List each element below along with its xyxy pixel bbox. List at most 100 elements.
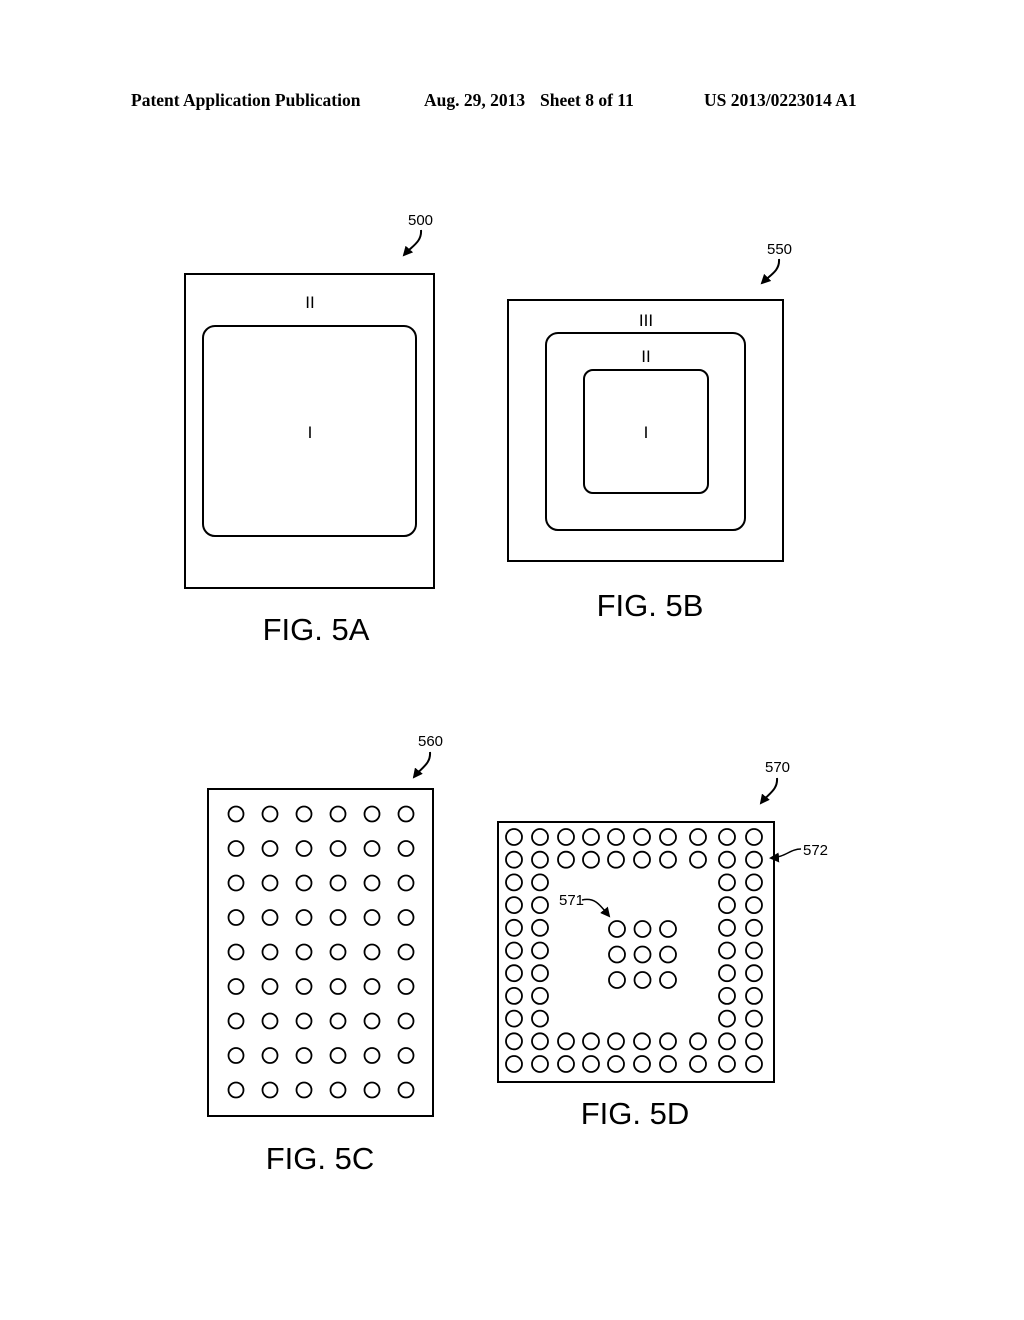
figure-5c: 560 FIG. 5C	[207, 733, 443, 1176]
solder-ball	[363, 874, 381, 892]
fig5d-perimeter-ball-grid	[505, 828, 763, 1073]
fig5b-region-label-outer: III	[639, 311, 653, 330]
solder-ball	[397, 909, 415, 926]
solder-ball-perimeter	[505, 850, 523, 869]
solder-ball	[397, 840, 415, 857]
solder-ball-perimeter	[505, 873, 523, 892]
solder-ball-perimeter	[633, 850, 651, 869]
solder-ball-perimeter	[633, 1032, 651, 1051]
solder-ball-perimeter	[718, 941, 736, 960]
solder-ball	[227, 805, 245, 823]
solder-ball-perimeter	[582, 1032, 600, 1051]
solder-ball-perimeter	[531, 1055, 549, 1073]
solder-ball-perimeter	[531, 987, 549, 1005]
solder-ball-perimeter	[745, 1032, 763, 1051]
patent-drawing-sheet: 500 II I FIG. 5A 550 III II I FIG. 5B 56…	[184, 212, 828, 1176]
solder-ball-perimeter	[505, 941, 523, 960]
ref-label-560: 560	[418, 733, 443, 750]
solder-ball	[329, 874, 347, 892]
solder-ball	[261, 978, 279, 995]
solder-ball-perimeter	[745, 941, 763, 960]
solder-ball-perimeter	[718, 987, 736, 1005]
ref-arrow-500	[402, 229, 423, 257]
solder-ball	[261, 840, 279, 857]
solder-ball	[329, 1012, 347, 1030]
solder-ball-perimeter	[531, 828, 549, 846]
solder-ball-perimeter	[505, 896, 523, 914]
solder-ball-perimeter	[718, 873, 736, 892]
solder-ball-perimeter	[745, 987, 763, 1005]
solder-ball-perimeter	[718, 918, 736, 937]
solder-ball	[397, 874, 415, 892]
solder-ball-perimeter	[531, 941, 549, 960]
solder-ball	[329, 978, 347, 995]
solder-ball	[261, 805, 279, 823]
solder-ball	[295, 978, 313, 995]
solder-ball-perimeter	[659, 1055, 677, 1073]
solder-ball-perimeter	[718, 1032, 736, 1051]
solder-ball	[261, 943, 279, 961]
solder-ball-perimeter	[689, 850, 707, 869]
solder-ball	[295, 874, 313, 892]
solder-ball	[397, 1047, 415, 1064]
solder-ball-perimeter	[531, 1009, 549, 1028]
ref-arrow-560	[412, 751, 432, 779]
figure-5a: 500 II I FIG. 5A	[184, 212, 435, 647]
solder-ball-perimeter	[557, 828, 575, 846]
solder-ball	[397, 978, 415, 995]
solder-ball-perimeter	[745, 850, 763, 869]
solder-ball-perimeter	[531, 850, 549, 869]
solder-ball-perimeter	[607, 850, 625, 869]
solder-ball	[363, 978, 381, 995]
fig5a-region-label-inner: I	[308, 423, 313, 442]
solder-ball	[363, 909, 381, 926]
solder-ball	[261, 874, 279, 892]
solder-ball-perimeter	[557, 1032, 575, 1051]
solder-ball	[397, 1012, 415, 1030]
fig5c-caption: FIG. 5C	[266, 1141, 375, 1176]
solder-ball	[329, 840, 347, 857]
solder-ball-perimeter	[689, 1032, 707, 1051]
solder-ball	[397, 943, 415, 961]
solder-ball	[295, 1012, 313, 1030]
fig5c-ball-grid	[227, 805, 415, 1099]
solder-ball-perimeter	[607, 828, 625, 846]
solder-ball-perimeter	[745, 873, 763, 892]
solder-ball	[227, 978, 245, 995]
solder-ball-perimeter	[531, 964, 549, 983]
solder-ball-perimeter	[505, 1009, 523, 1028]
solder-ball-perimeter	[718, 1009, 736, 1028]
solder-ball-perimeter	[607, 1032, 625, 1051]
ref-label-572: 572	[803, 842, 828, 859]
solder-ball-perimeter	[633, 1055, 651, 1073]
solder-ball-perimeter	[689, 1055, 707, 1073]
fig5b-region-label-inner: I	[644, 423, 649, 442]
fig5a-caption: FIG. 5A	[263, 612, 370, 647]
solder-ball	[363, 1081, 381, 1099]
solder-ball	[397, 1081, 415, 1099]
solder-ball	[363, 1012, 381, 1030]
solder-ball	[261, 1081, 279, 1099]
solder-ball-center	[633, 971, 652, 989]
solder-ball-perimeter	[718, 828, 736, 846]
solder-ball	[363, 943, 381, 961]
solder-ball	[227, 874, 245, 892]
ref-arrow-572	[769, 848, 802, 863]
solder-ball-perimeter	[505, 987, 523, 1005]
solder-ball-perimeter	[505, 828, 523, 846]
solder-ball	[261, 1012, 279, 1030]
ref-arrow-570	[759, 777, 779, 805]
solder-ball	[227, 909, 245, 926]
solder-ball-perimeter	[505, 1055, 523, 1073]
ref-label-500: 500	[408, 212, 433, 229]
solder-ball	[295, 1047, 313, 1064]
solder-ball-perimeter	[505, 918, 523, 937]
solder-ball	[227, 1081, 245, 1099]
solder-ball-perimeter	[745, 918, 763, 937]
solder-ball-perimeter	[557, 1055, 575, 1073]
solder-ball	[363, 805, 381, 823]
ref-arrow-571	[581, 898, 611, 918]
ref-arrow-550	[760, 258, 781, 285]
solder-ball	[329, 805, 347, 823]
solder-ball	[295, 909, 313, 926]
